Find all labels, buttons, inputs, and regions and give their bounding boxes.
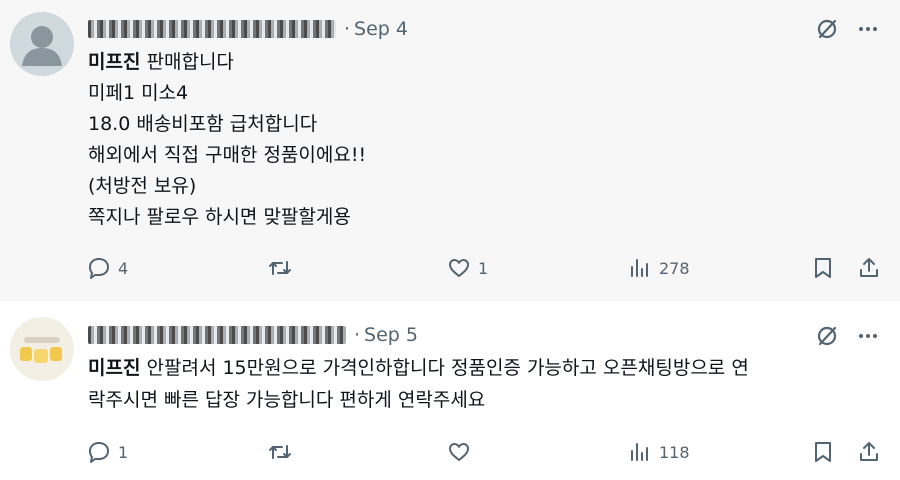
share-icon [856, 439, 882, 465]
views-count: 278 [659, 258, 690, 278]
tweet-post[interactable]: · Sep 5 미프진 안팔려서 15만원으로 가격인하합니다 정품인증 가능하… [0, 301, 900, 480]
post-text: 미프진 안팔려서 15만원으로 가격인하합니다 정품인증 가능하고 오픈채팅방으… [88, 352, 870, 416]
grok-icon[interactable] [814, 16, 840, 42]
repost-button[interactable] [267, 437, 299, 467]
blurred-username[interactable] [88, 20, 336, 38]
post-text-segment: 안팔려서 15만원으로 가격인하합니다 정품인증 가능하고 오픈채팅방으로 연 [146, 357, 749, 379]
post-name-tag: 미프진 [88, 357, 141, 379]
post-text-line: 18.0 배송비포함 급처합니다 [88, 113, 318, 135]
post-top-actions [814, 323, 880, 349]
reply-icon [86, 255, 112, 281]
like-count: 1 [478, 258, 489, 278]
reply-button[interactable]: 4 [86, 253, 128, 283]
post-text-line: (처방전 보유) [88, 175, 197, 197]
bookmark-button[interactable] [810, 253, 836, 283]
tweet-post[interactable]: · Sep 4 미프진 판매합니다 미페1 미소4 18.0 배송비포함 급처합… [0, 0, 900, 301]
views-button[interactable]: 278 [627, 253, 690, 283]
more-icon[interactable] [856, 324, 880, 348]
repost-icon [267, 255, 293, 281]
avatar[interactable] [10, 12, 74, 76]
post-text-line: 미페1 미소4 [88, 82, 189, 104]
views-count: 118 [659, 442, 690, 462]
post-header: · Sep 5 [88, 322, 418, 348]
post-text-line: 락주시면 빠른 답장 가능합니다 편하게 연락주세요 [88, 389, 486, 411]
like-icon [446, 439, 472, 465]
share-button[interactable] [856, 253, 882, 283]
repost-button[interactable] [267, 253, 299, 283]
reply-count: 1 [118, 442, 129, 462]
post-text-segment: 판매합니다 [146, 51, 234, 73]
bookmark-icon [810, 255, 836, 281]
post-date[interactable]: Sep 4 [354, 18, 408, 40]
post-text: 미프진 판매합니다 미페1 미소4 18.0 배송비포함 급처합니다 해외에서 … [88, 47, 870, 233]
post-top-actions [814, 16, 880, 42]
views-button[interactable]: 118 [627, 437, 690, 467]
more-icon[interactable] [856, 17, 880, 41]
avatar-image-icon [10, 317, 74, 381]
like-button[interactable]: 1 [446, 253, 488, 283]
views-icon [627, 439, 653, 465]
avatar[interactable] [10, 317, 74, 381]
views-icon [627, 255, 653, 281]
reply-count: 4 [118, 258, 129, 278]
reply-icon [86, 439, 112, 465]
share-icon [856, 255, 882, 281]
grok-icon[interactable] [814, 323, 840, 349]
separator-dot: · [354, 324, 361, 346]
reply-button[interactable]: 1 [86, 437, 128, 467]
post-text-line: 쪽지나 팔로우 하시면 맞팔할게용 [88, 206, 351, 228]
blurred-username[interactable] [88, 326, 346, 344]
share-button[interactable] [856, 437, 882, 467]
post-text-line: 해외에서 직접 구매한 정품이에요!! [88, 144, 367, 166]
post-date[interactable]: Sep 5 [364, 324, 418, 346]
post-name-tag: 미프진 [88, 51, 141, 73]
bookmark-icon [810, 439, 836, 465]
default-avatar-icon [10, 12, 74, 76]
post-actions-bar: 4 1 278 [82, 253, 884, 283]
post-actions-bar: 1 118 [82, 437, 884, 467]
repost-icon [267, 439, 293, 465]
bookmark-button[interactable] [810, 437, 836, 467]
post-text-line: 미프진 안팔려서 15만원으로 가격인하합니다 정품인증 가능하고 오픈채팅방으… [88, 352, 870, 384]
separator-dot: · [344, 18, 351, 40]
like-icon [446, 255, 472, 281]
post-header: · Sep 4 [88, 16, 408, 42]
like-button[interactable] [446, 437, 478, 467]
post-text-line: 미프진 판매합니다 [88, 47, 870, 78]
